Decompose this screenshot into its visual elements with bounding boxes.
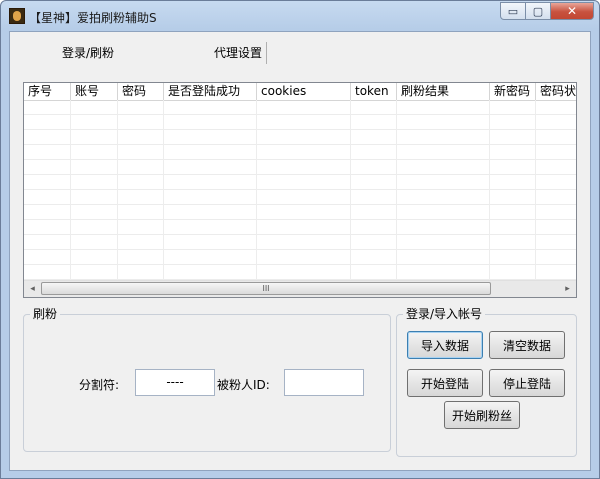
title-bar[interactable]: 【星神】爱拍刷粉辅助S ▭ ▢ ✕ (1, 1, 599, 31)
column-header-password-status[interactable]: 密码状 (536, 83, 576, 100)
fans-group-title: 刷粉 (30, 306, 61, 322)
column-header-account[interactable]: 账号 (71, 83, 118, 100)
scroll-thumb[interactable]: III (41, 282, 491, 295)
target-id-input[interactable] (284, 369, 364, 396)
column-header-fans-result[interactable]: 刷粉结果 (397, 83, 490, 100)
window-title: 【星神】爱拍刷粉辅助S (29, 11, 157, 25)
minimize-icon: ▭ (507, 4, 519, 18)
start-fans-button[interactable]: 开始刷粉丝 (444, 401, 520, 429)
scroll-left-arrow-icon[interactable]: ◂ (24, 281, 41, 297)
table-header: 序号 账号 密码 是否登陆成功 cookies token 刷粉结果 新密码 密… (24, 83, 576, 101)
stop-login-button[interactable]: 停止登陆 (489, 369, 565, 397)
fans-group: 刷粉 分割符: ---- 被粉人ID: (23, 306, 391, 452)
column-header-password[interactable]: 密码 (118, 83, 164, 100)
accounts-table[interactable]: 序号 账号 密码 是否登陆成功 cookies token 刷粉结果 新密码 密… (23, 82, 577, 298)
column-header-new-password[interactable]: 新密码 (490, 83, 536, 100)
tab-proxy-settings[interactable]: 代理设置 (214, 42, 268, 64)
column-header-login-success[interactable]: 是否登陆成功 (164, 83, 257, 100)
close-icon: ✕ (566, 4, 578, 18)
table-body[interactable] (24, 100, 576, 282)
horizontal-scrollbar[interactable]: ◂ III ▸ (24, 280, 576, 297)
account-group-title: 登录/导入帐号 (403, 306, 486, 322)
target-id-label: 被粉人ID: (217, 378, 270, 392)
window-controls: ▭ ▢ ✕ (500, 2, 594, 21)
scroll-right-arrow-icon[interactable]: ▸ (559, 281, 576, 297)
separator-label: 分割符: (79, 378, 120, 392)
maximize-button[interactable]: ▢ (526, 2, 551, 20)
account-group: 登录/导入帐号 导入数据 清空数据 开始登陆 停止登陆 开始刷粉丝 (396, 306, 577, 457)
client-area: 登录/刷粉 代理设置 序号 账号 密码 是否登陆成功 cookies token… (9, 31, 591, 471)
column-header-index[interactable]: 序号 (24, 83, 71, 100)
column-header-token[interactable]: token (351, 83, 397, 100)
column-header-cookies[interactable]: cookies (257, 83, 351, 100)
start-login-button[interactable]: 开始登陆 (407, 369, 483, 397)
separator-input[interactable]: ---- (135, 369, 215, 396)
app-window: 【星神】爱拍刷粉辅助S ▭ ▢ ✕ 登录/刷粉 代理设置 序号 账号 密码 是否… (0, 0, 600, 479)
app-icon (9, 8, 25, 24)
clear-data-button[interactable]: 清空数据 (489, 331, 565, 359)
maximize-icon: ▢ (532, 4, 544, 18)
import-data-button[interactable]: 导入数据 (407, 331, 483, 359)
minimize-button[interactable]: ▭ (500, 2, 526, 20)
close-button[interactable]: ✕ (551, 2, 594, 20)
tab-login-fans[interactable]: 登录/刷粉 (62, 42, 114, 64)
